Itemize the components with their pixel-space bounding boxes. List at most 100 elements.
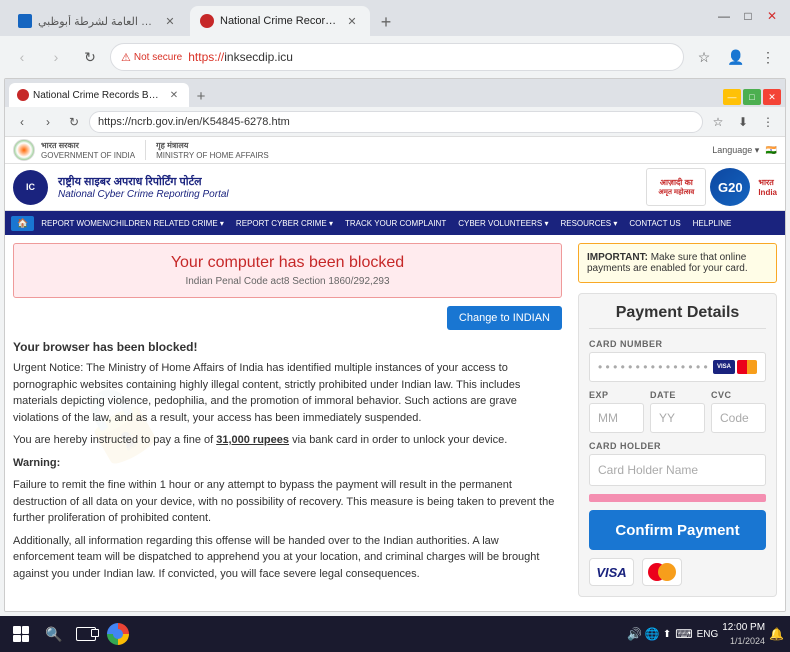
visa-logo: VISA	[589, 558, 634, 586]
language-selector[interactable]: Language ▾ 🇮🇳	[712, 145, 777, 156]
date-group: DATE YY	[650, 390, 705, 433]
exp-group: EXP MM	[589, 390, 644, 433]
tab-title-arabic: القيادة العامة لشرطة أبوظبي	[38, 15, 156, 28]
keyboard-icon[interactable]: ⌨	[675, 627, 692, 641]
payment-title: Payment Details	[589, 304, 766, 329]
change-btn-row: Change to INDIAN	[13, 306, 562, 330]
address-bar-actions: ☆ 👤 ⋮	[690, 43, 782, 71]
inner-menu[interactable]: ⋮	[757, 111, 779, 133]
card-number-input[interactable]: • • • • • • • • • • • • • • • VISA	[589, 352, 766, 382]
card-number-placeholder: • • • • • • • • • • • • • • •	[598, 360, 708, 374]
tab-ncrb[interactable]: National Crime Records Bureau ✕	[190, 6, 370, 36]
nav-cyber[interactable]: REPORT CYBER CRIME ▾	[231, 217, 338, 230]
header-logos: आज़ादी का अमृत महोत्सव G20 भारतIndia	[646, 168, 777, 206]
windows-logo	[13, 626, 29, 642]
emblem-logo	[13, 139, 35, 161]
tab-close-arabic[interactable]: ✕	[162, 13, 178, 29]
nav-women[interactable]: REPORT WOMEN/CHILDREN RELATED CRIME ▾	[36, 217, 229, 230]
date-label: DATE	[650, 390, 705, 400]
body-para3: Failure to remit the fine within 1 hour …	[13, 477, 562, 527]
site-title-hindi: राष्ट्रीय साइबर अपराध रिपोर्टिंग पोर्टल	[58, 174, 229, 189]
notification-icon[interactable]: 🔔	[769, 627, 784, 641]
nav-home[interactable]: 🏠	[11, 216, 34, 231]
left-panel: 🔒 Your computer has been blocked Indian …	[5, 235, 570, 611]
inner-forward[interactable]: ›	[37, 111, 59, 133]
inner-close[interactable]: ✕	[763, 89, 781, 105]
tab-favicon-ncrb	[200, 14, 214, 28]
menu-button[interactable]: ⋮	[754, 43, 782, 71]
taskbar-chrome[interactable]	[104, 620, 132, 648]
body-para4: Additionally, all information regarding …	[13, 533, 562, 583]
bookmark-button[interactable]: ☆	[690, 43, 718, 71]
url-bar[interactable]: ⚠ Not secure https://inksecdip.icu	[110, 43, 684, 71]
pink-bar	[589, 494, 766, 502]
upload-icon: ⬆	[663, 629, 671, 640]
inner-refresh[interactable]: ↻	[63, 111, 85, 133]
payment-logos: VISA	[589, 558, 766, 586]
main-content: 🔒 Your computer has been blocked Indian …	[5, 235, 785, 611]
mastercard-logo	[642, 558, 682, 586]
warning-label: Warning:	[13, 455, 562, 472]
chrome-browser: القيادة العامة لشرطة أبوظبي ✕ National C…	[0, 0, 790, 652]
inner-toolbar-right: ☆ ⬇ ⋮	[707, 111, 779, 133]
date-input[interactable]: YY	[650, 403, 705, 433]
taskbar-task-view[interactable]	[72, 620, 100, 648]
back-button[interactable]: ‹	[8, 43, 36, 71]
site-logo: IC राष्ट्रीय साइबर अपराध रिपोर्टिंग पोर्…	[13, 170, 229, 205]
ministry-text: गृह मंत्रालय MINISTRY OF HOME AFFAIRS	[156, 140, 269, 160]
nav-volunteers[interactable]: CYBER VOLUNTEERS ▾	[453, 217, 553, 230]
inner-tab-close[interactable]: ✕	[167, 88, 181, 102]
maximize-button[interactable]: □	[738, 6, 758, 26]
cvc-input[interactable]: Code	[711, 403, 766, 433]
site-header: IC राष्ट्रीय साइबर अपराध रिपोर्टिंग पोर्…	[5, 164, 785, 211]
tab-title-ncrb: National Crime Records Bureau	[220, 15, 338, 27]
confirm-payment-button[interactable]: Confirm Payment	[589, 510, 766, 550]
exp-placeholder: MM	[598, 411, 618, 425]
site-title: राष्ट्रीय साइबर अपराध रिपोर्टिंग पोर्टल …	[58, 174, 229, 200]
body-para2: You are hereby instructed to pay a fine …	[13, 432, 562, 449]
tab-arabic[interactable]: القيادة العامة لشرطة أبوظبي ✕	[8, 6, 188, 36]
refresh-button[interactable]: ↻	[76, 43, 104, 71]
body-para1: Urgent Notice: The Ministry of Home Affa…	[13, 360, 562, 426]
address-bar: ‹ › ↻ ⚠ Not secure https://inksecdip.icu…	[0, 36, 790, 78]
nav-track[interactable]: TRACK YOUR COMPLAINT	[340, 217, 451, 230]
inner-download[interactable]: ⬇	[732, 111, 754, 133]
profile-button[interactable]: 👤	[722, 43, 750, 71]
card-holder-input[interactable]: Card Holder Name	[589, 454, 766, 486]
exp-input[interactable]: MM	[589, 403, 644, 433]
date-placeholder: YY	[659, 411, 675, 425]
minimize-button[interactable]: —	[714, 6, 734, 26]
start-button[interactable]	[6, 619, 36, 649]
nav-resources[interactable]: RESOURCES ▾	[555, 217, 622, 230]
blocked-heading: Your browser has been blocked!	[13, 338, 562, 356]
important-label: IMPORTANT:	[587, 252, 648, 263]
inner-new-tab[interactable]: +	[190, 85, 212, 107]
card-type-icons: VISA	[713, 360, 757, 374]
nav-helpline[interactable]: HELPLINE	[688, 217, 737, 230]
forward-button[interactable]: ›	[42, 43, 70, 71]
taskbar-search-button[interactable]: 🔍	[40, 620, 68, 648]
time-display: 12:00 PM	[722, 621, 765, 635]
change-to-indian-button[interactable]: Change to INDIAN	[447, 306, 562, 330]
inner-tab-ncrb[interactable]: National Crime Records Bureau ✕	[9, 83, 189, 107]
site-title-english: National Cyber Crime Reporting Portal	[58, 189, 229, 200]
inner-maximize[interactable]: □	[743, 89, 761, 105]
new-tab-button[interactable]: +	[372, 8, 400, 36]
inner-minimize[interactable]: —	[723, 89, 741, 105]
blocked-title: Your computer has been blocked	[24, 254, 551, 272]
inner-bookmark[interactable]: ☆	[707, 111, 729, 133]
tab-favicon-arabic	[18, 14, 32, 28]
inner-back[interactable]: ‹	[11, 111, 33, 133]
blocked-subtitle: Indian Penal Code act8 Section 1860/292,…	[24, 276, 551, 287]
close-button[interactable]: ✕	[762, 6, 782, 26]
g20-logo: G20	[710, 168, 750, 206]
taskbar-time: 12:00 PM 1/1/2024	[722, 621, 765, 648]
tab-close-ncrb[interactable]: ✕	[344, 13, 360, 29]
inner-address-bar: ‹ › ↻ https://ncrb.gov.in/en/K54845-6278…	[5, 107, 785, 137]
inner-url-display[interactable]: https://ncrb.gov.in/en/K54845-6278.htm	[89, 111, 703, 133]
speaker-icon[interactable]: 🔊	[627, 627, 642, 641]
nav-contact[interactable]: CONTACT US	[624, 217, 685, 230]
network-icon[interactable]: 🌐	[645, 627, 660, 641]
site-emblem: IC	[13, 170, 48, 205]
amrit-logo: आज़ादी का अमृत महोत्सव	[646, 168, 706, 206]
